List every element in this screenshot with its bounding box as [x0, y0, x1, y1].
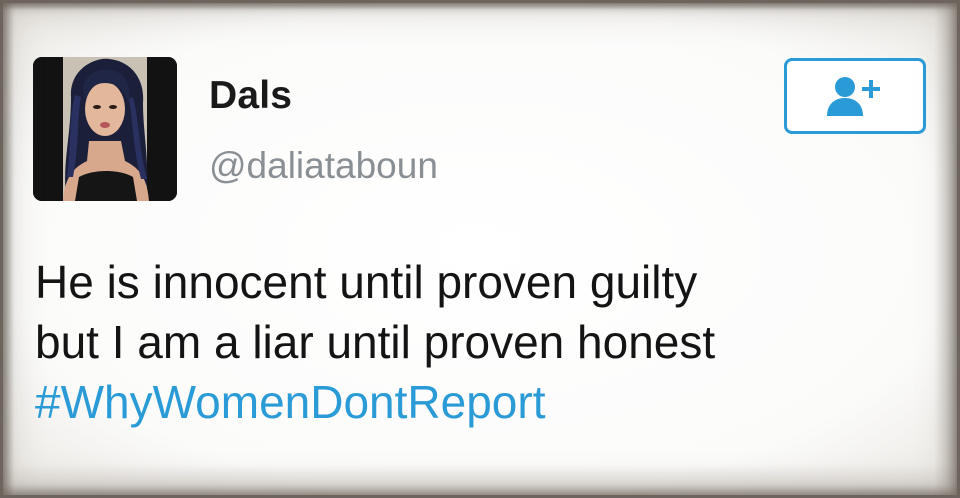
avatar[interactable] [33, 57, 177, 201]
frame-edge-bottom [0, 464, 960, 498]
user-handle[interactable]: @daliataboun [209, 147, 438, 184]
avatar-image [33, 57, 177, 201]
frame-edge-right [934, 0, 960, 498]
tweet-card: Dals @daliataboun He is innocent until p… [0, 0, 960, 498]
tweet-text-line: but I am a liar until proven honest [35, 316, 716, 368]
follow-button[interactable] [784, 58, 926, 134]
frame-edge-left [0, 0, 14, 498]
hashtag-link[interactable]: #WhyWomenDontReport [35, 372, 915, 432]
tweet-text-line: He is innocent until proven guilty [35, 256, 698, 308]
add-user-icon [827, 77, 880, 116]
display-name[interactable]: Dals [209, 76, 292, 115]
frame-edge-top [0, 0, 960, 10]
tweet-text: He is innocent until proven guilty but I… [35, 252, 915, 432]
